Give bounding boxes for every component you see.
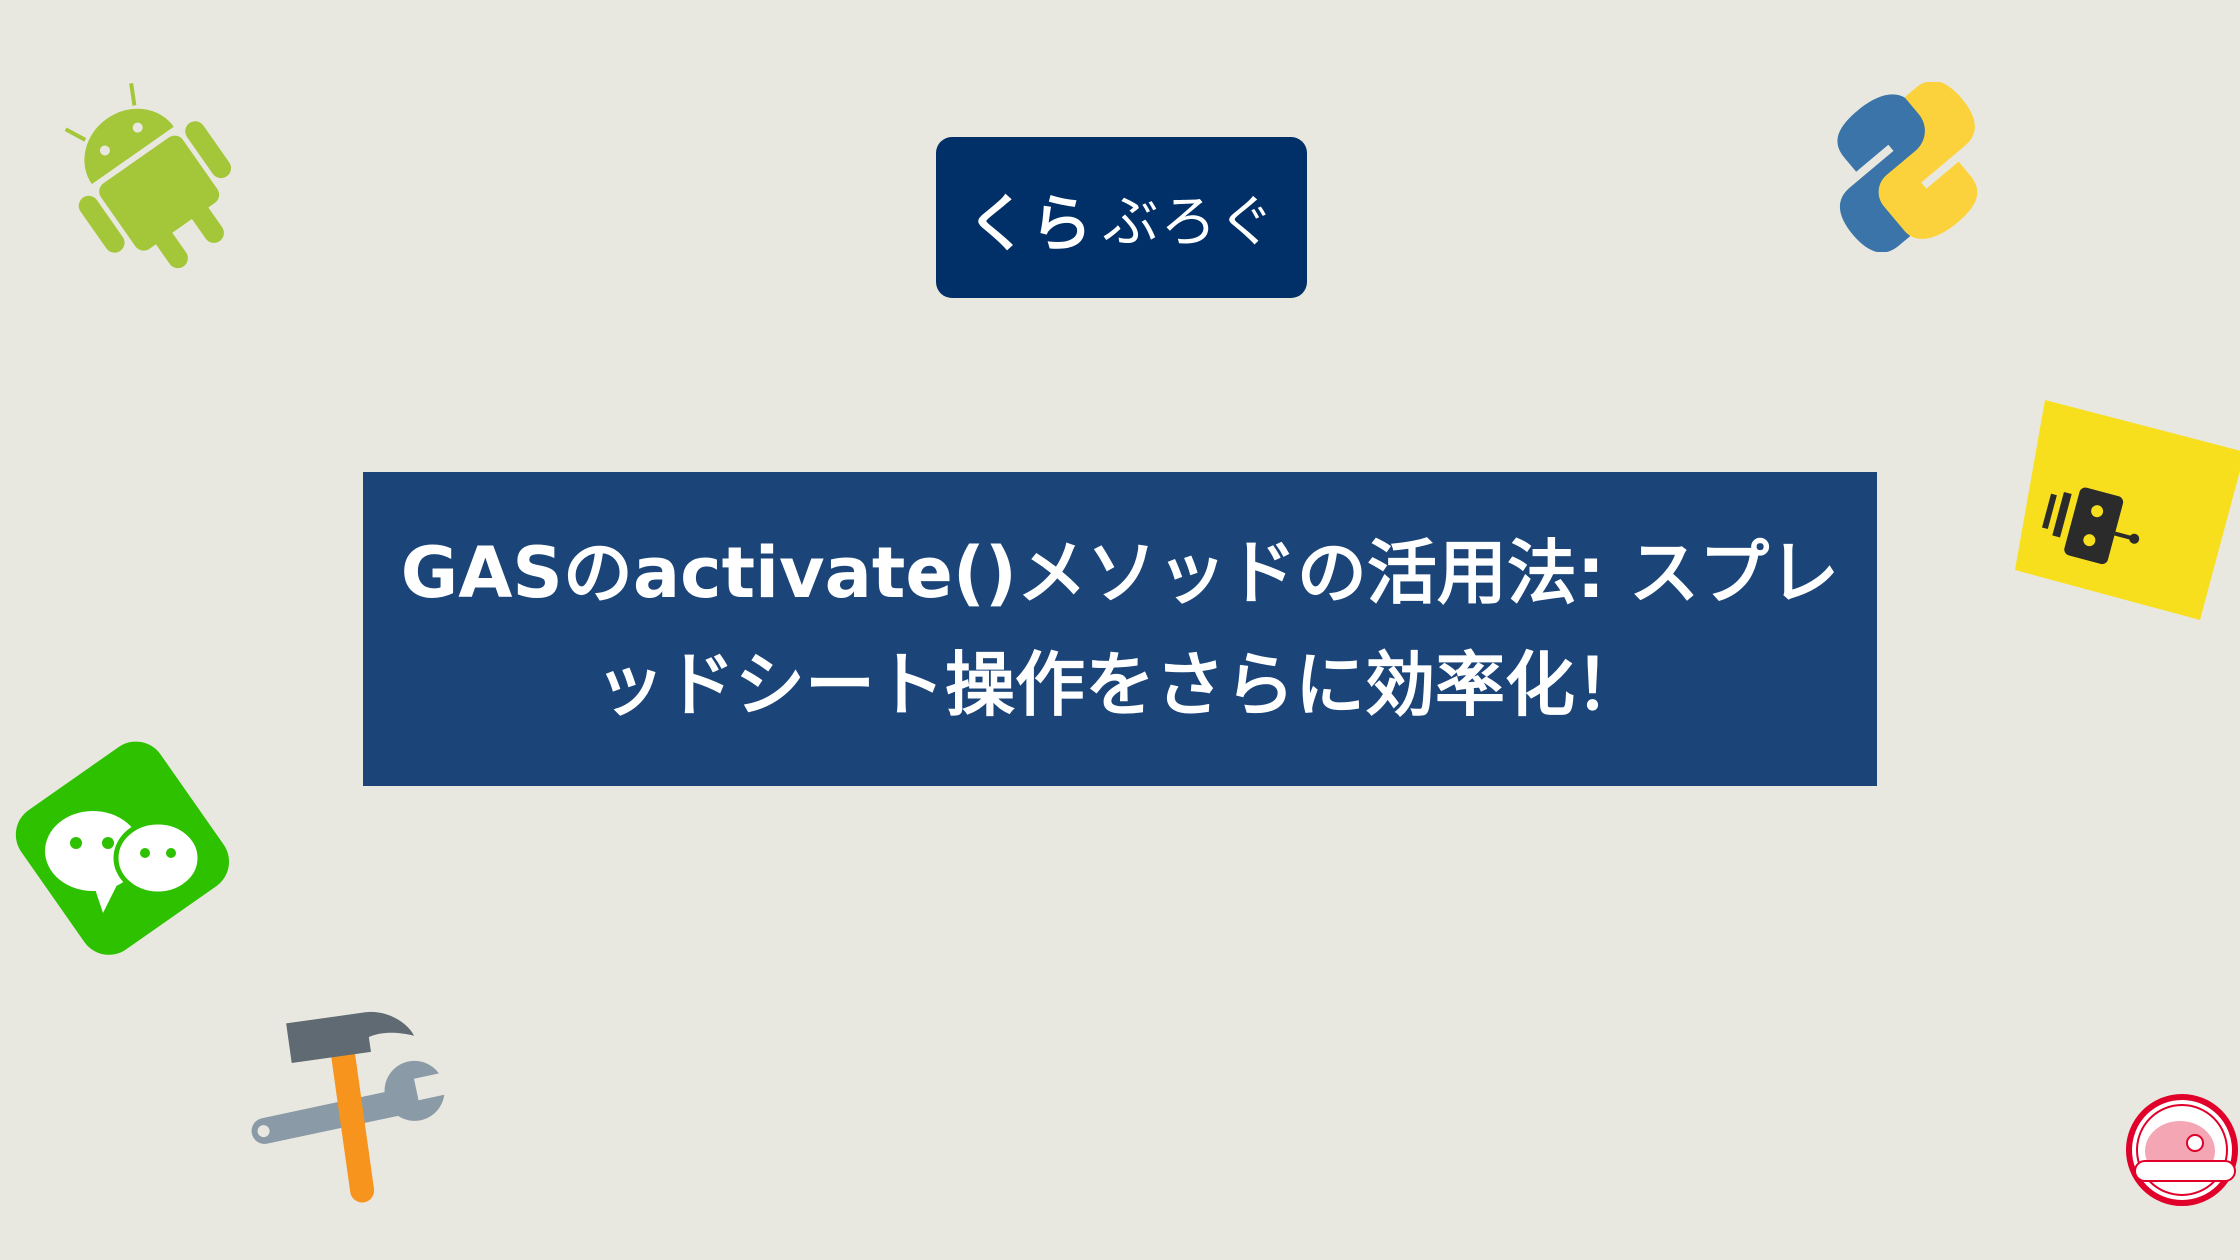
robot-sticker-icon <box>2015 400 2240 620</box>
page-title: GASのactivate()メソッドの活用法: スプレッドシート操作をさらに効率… <box>400 532 1840 726</box>
logo-main-text: くら <box>966 186 1095 260</box>
wechat-icon <box>15 741 230 955</box>
site-logo[interactable]: くら ぶろぐ <box>936 137 1307 298</box>
logo-sub-text: ぶろぐ <box>1102 190 1277 255</box>
python-icon <box>1837 82 1978 252</box>
avatar-stamp-icon <box>2126 1094 2238 1206</box>
tools-icon <box>251 1011 458 1203</box>
title-banner: GASのactivate()メソッドの活用法: スプレッドシート操作をさらに効率… <box>363 472 1877 786</box>
android-icon <box>64 83 232 269</box>
